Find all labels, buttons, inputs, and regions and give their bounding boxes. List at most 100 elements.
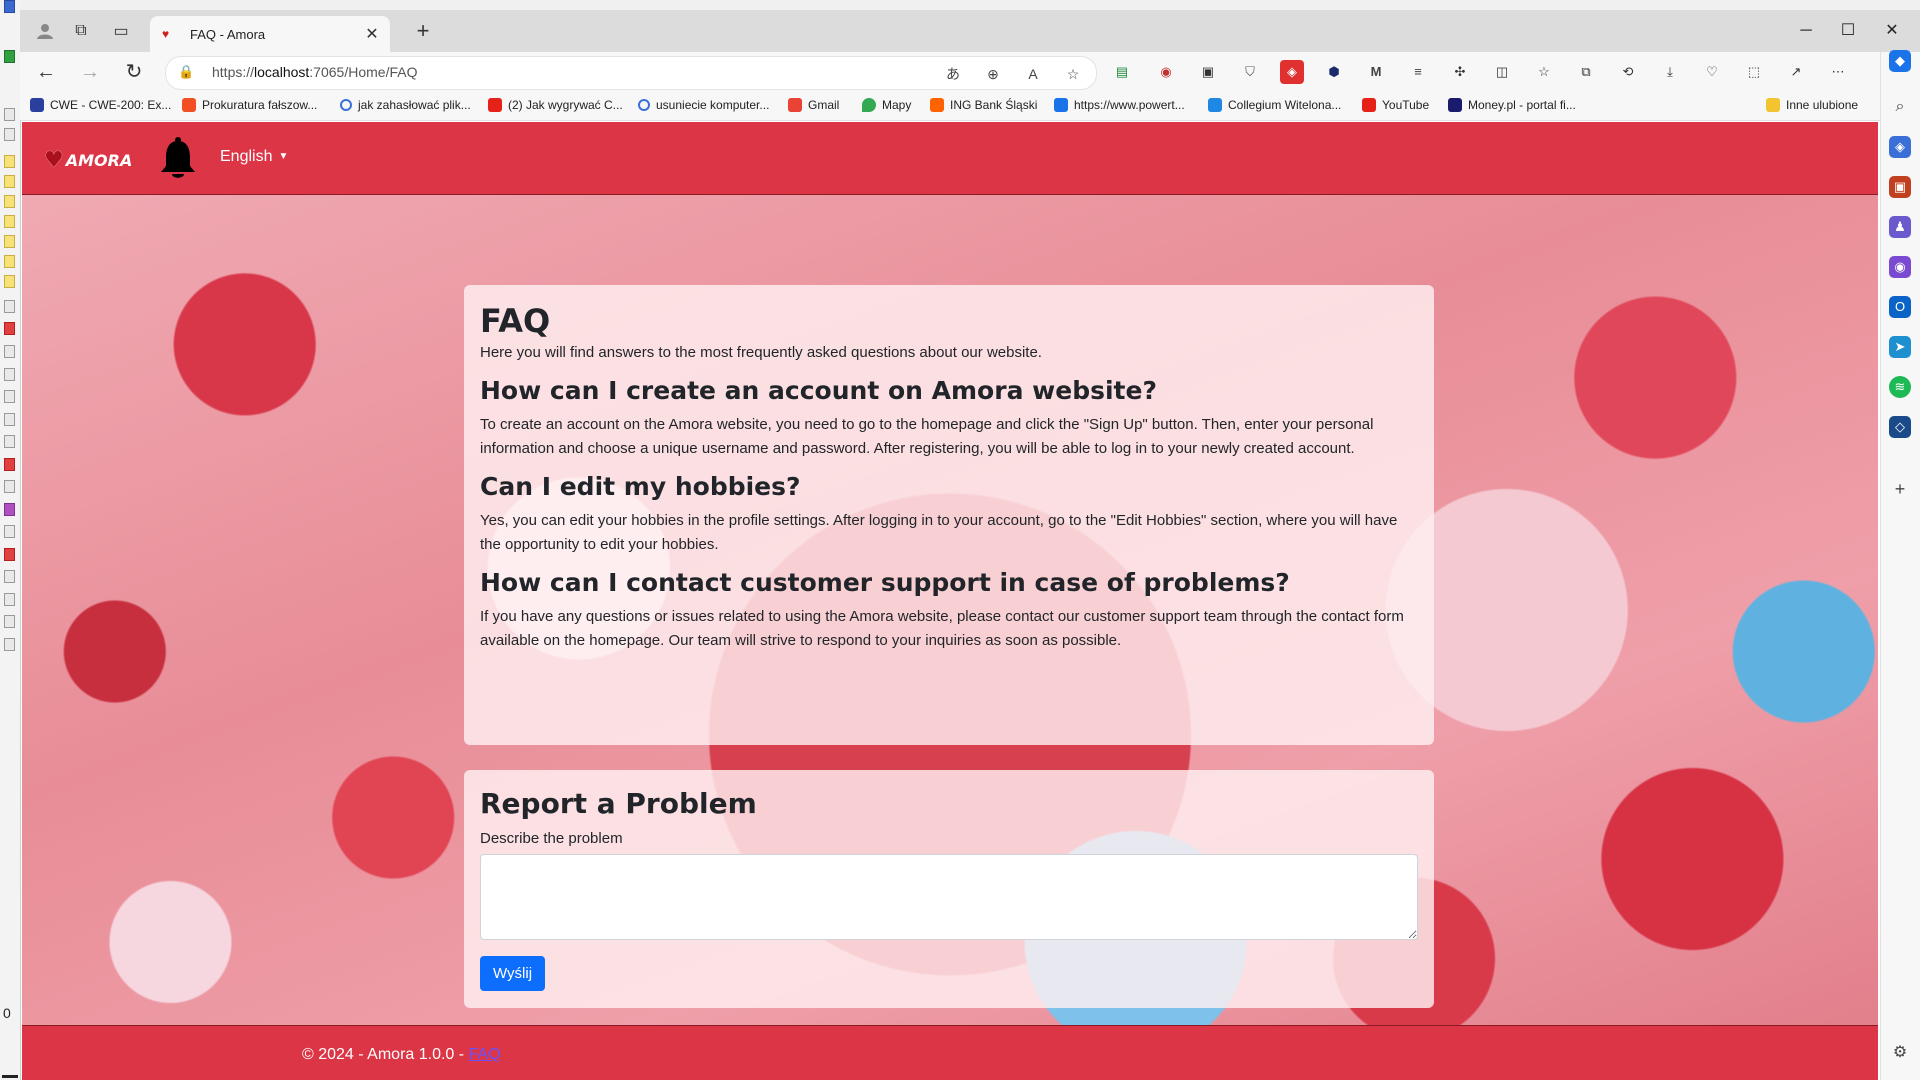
tab-active[interactable]: ♥ FAQ - Amora ✕ <box>150 16 390 52</box>
file-icon[interactable] <box>4 480 15 493</box>
send-icon[interactable]: ➤ <box>1889 336 1911 358</box>
profile-icon[interactable] <box>32 18 58 44</box>
app-icon[interactable] <box>4 0 15 13</box>
bookmark-item[interactable]: ING Bank Śląski <box>930 98 1037 112</box>
add-icon[interactable]: + <box>1889 478 1911 500</box>
bookmark-folder[interactable]: Inne ulubione <box>1766 98 1858 112</box>
bookmark-item[interactable]: Collegium Witelona... <box>1208 98 1341 112</box>
extension-icon[interactable]: ▣ <box>1196 60 1220 84</box>
left-app-strip: 0 <box>0 0 21 1080</box>
file-icon[interactable] <box>4 390 15 403</box>
folder-icon[interactable] <box>4 255 15 268</box>
share-icon[interactable]: ↗ <box>1784 60 1808 84</box>
faq-answer: To create an account on the Amora websit… <box>480 416 1374 457</box>
lock-icon[interactable]: 🔒 <box>178 64 194 80</box>
microsoft-365-icon[interactable]: ◉ <box>1889 256 1911 278</box>
image-file-icon[interactable] <box>4 503 15 516</box>
pdf-file-icon[interactable] <box>4 458 15 471</box>
history-icon[interactable]: ⟲ <box>1616 60 1640 84</box>
extensions-puzzle-icon[interactable]: ✣ <box>1448 60 1472 84</box>
downloads-icon[interactable]: ⤓ <box>1658 60 1682 84</box>
folder-icon[interactable] <box>4 195 15 208</box>
address-bar[interactable]: 🔒 https://localhost:7065/Home/FAQ あ ⊕ A … <box>165 56 1097 90</box>
read-aloud-icon[interactable]: A <box>1022 63 1044 85</box>
zoom-icon[interactable]: ⊕ <box>982 63 1004 85</box>
footer-faq-link[interactable]: FAQ <box>469 1046 501 1063</box>
app-icon[interactable] <box>4 50 15 63</box>
workspaces-icon[interactable]: ⧉ <box>68 18 94 44</box>
collections-icon[interactable]: ⧉ <box>1574 60 1598 84</box>
bookmark-item[interactable]: Mapy <box>862 98 911 112</box>
submit-button[interactable]: Wyślij <box>480 956 546 991</box>
bookmark-item[interactable]: jak zahasłować plik... <box>340 98 471 112</box>
language-dropdown[interactable]: English ▼ <box>220 148 288 166</box>
amora-logo[interactable]: ♥ AMORA <box>44 148 132 173</box>
pdf-file-icon[interactable] <box>4 548 15 561</box>
games-icon[interactable]: ♟ <box>1889 216 1911 238</box>
home-icon[interactable] <box>4 128 15 141</box>
close-window-button[interactable]: ✕ <box>1872 18 1912 44</box>
favorite-star-icon[interactable]: ☆ <box>1062 63 1084 85</box>
heart-logo-icon: ♥ <box>44 148 64 173</box>
folder-icon[interactable] <box>4 275 15 288</box>
translate-icon[interactable]: あ <box>942 63 964 85</box>
copilot-icon[interactable]: ◆ <box>1889 50 1911 72</box>
file-icon[interactable] <box>4 638 15 651</box>
minimize-button[interactable]: ─ <box>1786 18 1826 44</box>
folder-icon[interactable] <box>4 155 15 168</box>
pdf-file-icon[interactable] <box>4 322 15 335</box>
spotify-icon[interactable]: ≋ <box>1889 376 1911 398</box>
file-icon[interactable] <box>4 413 15 426</box>
extension-icon[interactable]: ⬢ <box>1322 60 1346 84</box>
extension-icon[interactable]: ≡ <box>1406 60 1430 84</box>
back-button[interactable]: ← <box>32 58 60 86</box>
file-icon[interactable] <box>4 570 15 583</box>
caret-down-icon: ▼ <box>278 151 289 162</box>
notification-bell-icon[interactable] <box>158 136 198 180</box>
bookmark-item[interactable]: https://www.powert... <box>1054 98 1185 112</box>
file-icon[interactable] <box>4 525 15 538</box>
bookmark-item[interactable]: CWE - CWE-200: Ex... <box>30 98 171 112</box>
maximize-button[interactable]: ☐ <box>1828 18 1868 44</box>
split-screen-icon[interactable]: ◫ <box>1490 60 1514 84</box>
new-tab-button[interactable]: + <box>410 18 436 44</box>
folder-icon[interactable] <box>4 235 15 248</box>
problem-label: Describe the problem <box>480 830 623 847</box>
file-icon[interactable] <box>4 345 15 358</box>
up-arrow-icon[interactable] <box>4 108 15 121</box>
forward-button[interactable]: → <box>76 58 104 86</box>
more-menu-icon[interactable]: ⋯ <box>1826 60 1850 84</box>
performance-icon[interactable]: ♡ <box>1700 60 1724 84</box>
outlook-icon[interactable]: O <box>1889 296 1911 318</box>
file-icon[interactable] <box>4 300 15 313</box>
bookmark-item[interactable]: Prokuratura fałszow... <box>182 98 317 112</box>
file-icon[interactable] <box>4 615 15 628</box>
bookmark-item[interactable]: YouTube <box>1362 98 1429 112</box>
folder-icon[interactable] <box>4 215 15 228</box>
extension-icon[interactable]: ◉ <box>1154 60 1178 84</box>
screenshot-icon[interactable]: ⬚ <box>1742 60 1766 84</box>
search-icon[interactable]: ⌕ <box>1889 96 1911 118</box>
print-extension-icon[interactable]: ▤ <box>1110 60 1134 84</box>
web-page: ♥ AMORA English ▼ FAQ Here you will find a… <box>22 122 1878 1080</box>
tab-actions-icon[interactable]: ▭ <box>108 18 134 44</box>
refresh-button[interactable]: ↻ <box>120 58 148 86</box>
folder-icon[interactable] <box>4 175 15 188</box>
bookmark-item[interactable]: Gmail <box>788 98 839 112</box>
shield-extension-icon[interactable]: ⛉ <box>1238 60 1262 84</box>
bookmark-item[interactable]: usuniecie komputer... <box>638 98 769 112</box>
bookmark-item[interactable]: (2) Jak wygrywać C... <box>488 98 623 112</box>
extension-icon[interactable]: ◇ <box>1889 416 1911 438</box>
file-icon[interactable] <box>4 593 15 606</box>
settings-gear-icon[interactable]: ⚙ <box>1889 1042 1911 1064</box>
file-icon[interactable] <box>4 368 15 381</box>
favorites-icon[interactable]: ☆ <box>1532 60 1556 84</box>
file-icon[interactable] <box>4 435 15 448</box>
tag-icon[interactable]: ◈ <box>1889 136 1911 158</box>
close-tab-icon[interactable]: ✕ <box>360 24 384 44</box>
extension-icon[interactable]: M <box>1364 60 1388 84</box>
toolbox-icon[interactable]: ▣ <box>1889 176 1911 198</box>
extension-icon[interactable]: ◈ <box>1280 60 1304 84</box>
problem-textarea[interactable] <box>480 854 1418 940</box>
bookmark-item[interactable]: Money.pl - portal fi... <box>1448 98 1576 112</box>
